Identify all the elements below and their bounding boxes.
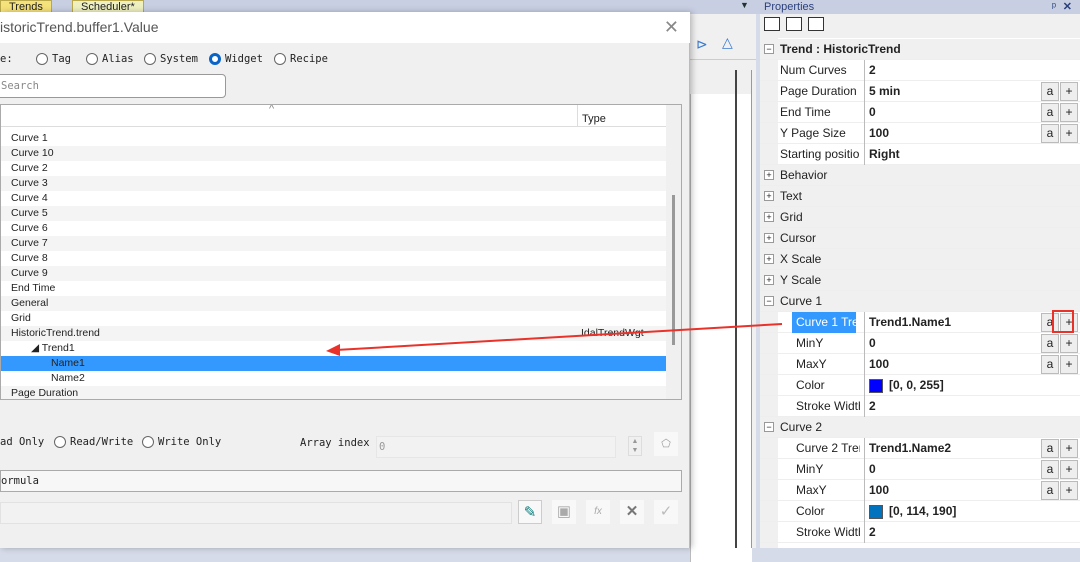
annotation-arrow [326,310,1074,356]
